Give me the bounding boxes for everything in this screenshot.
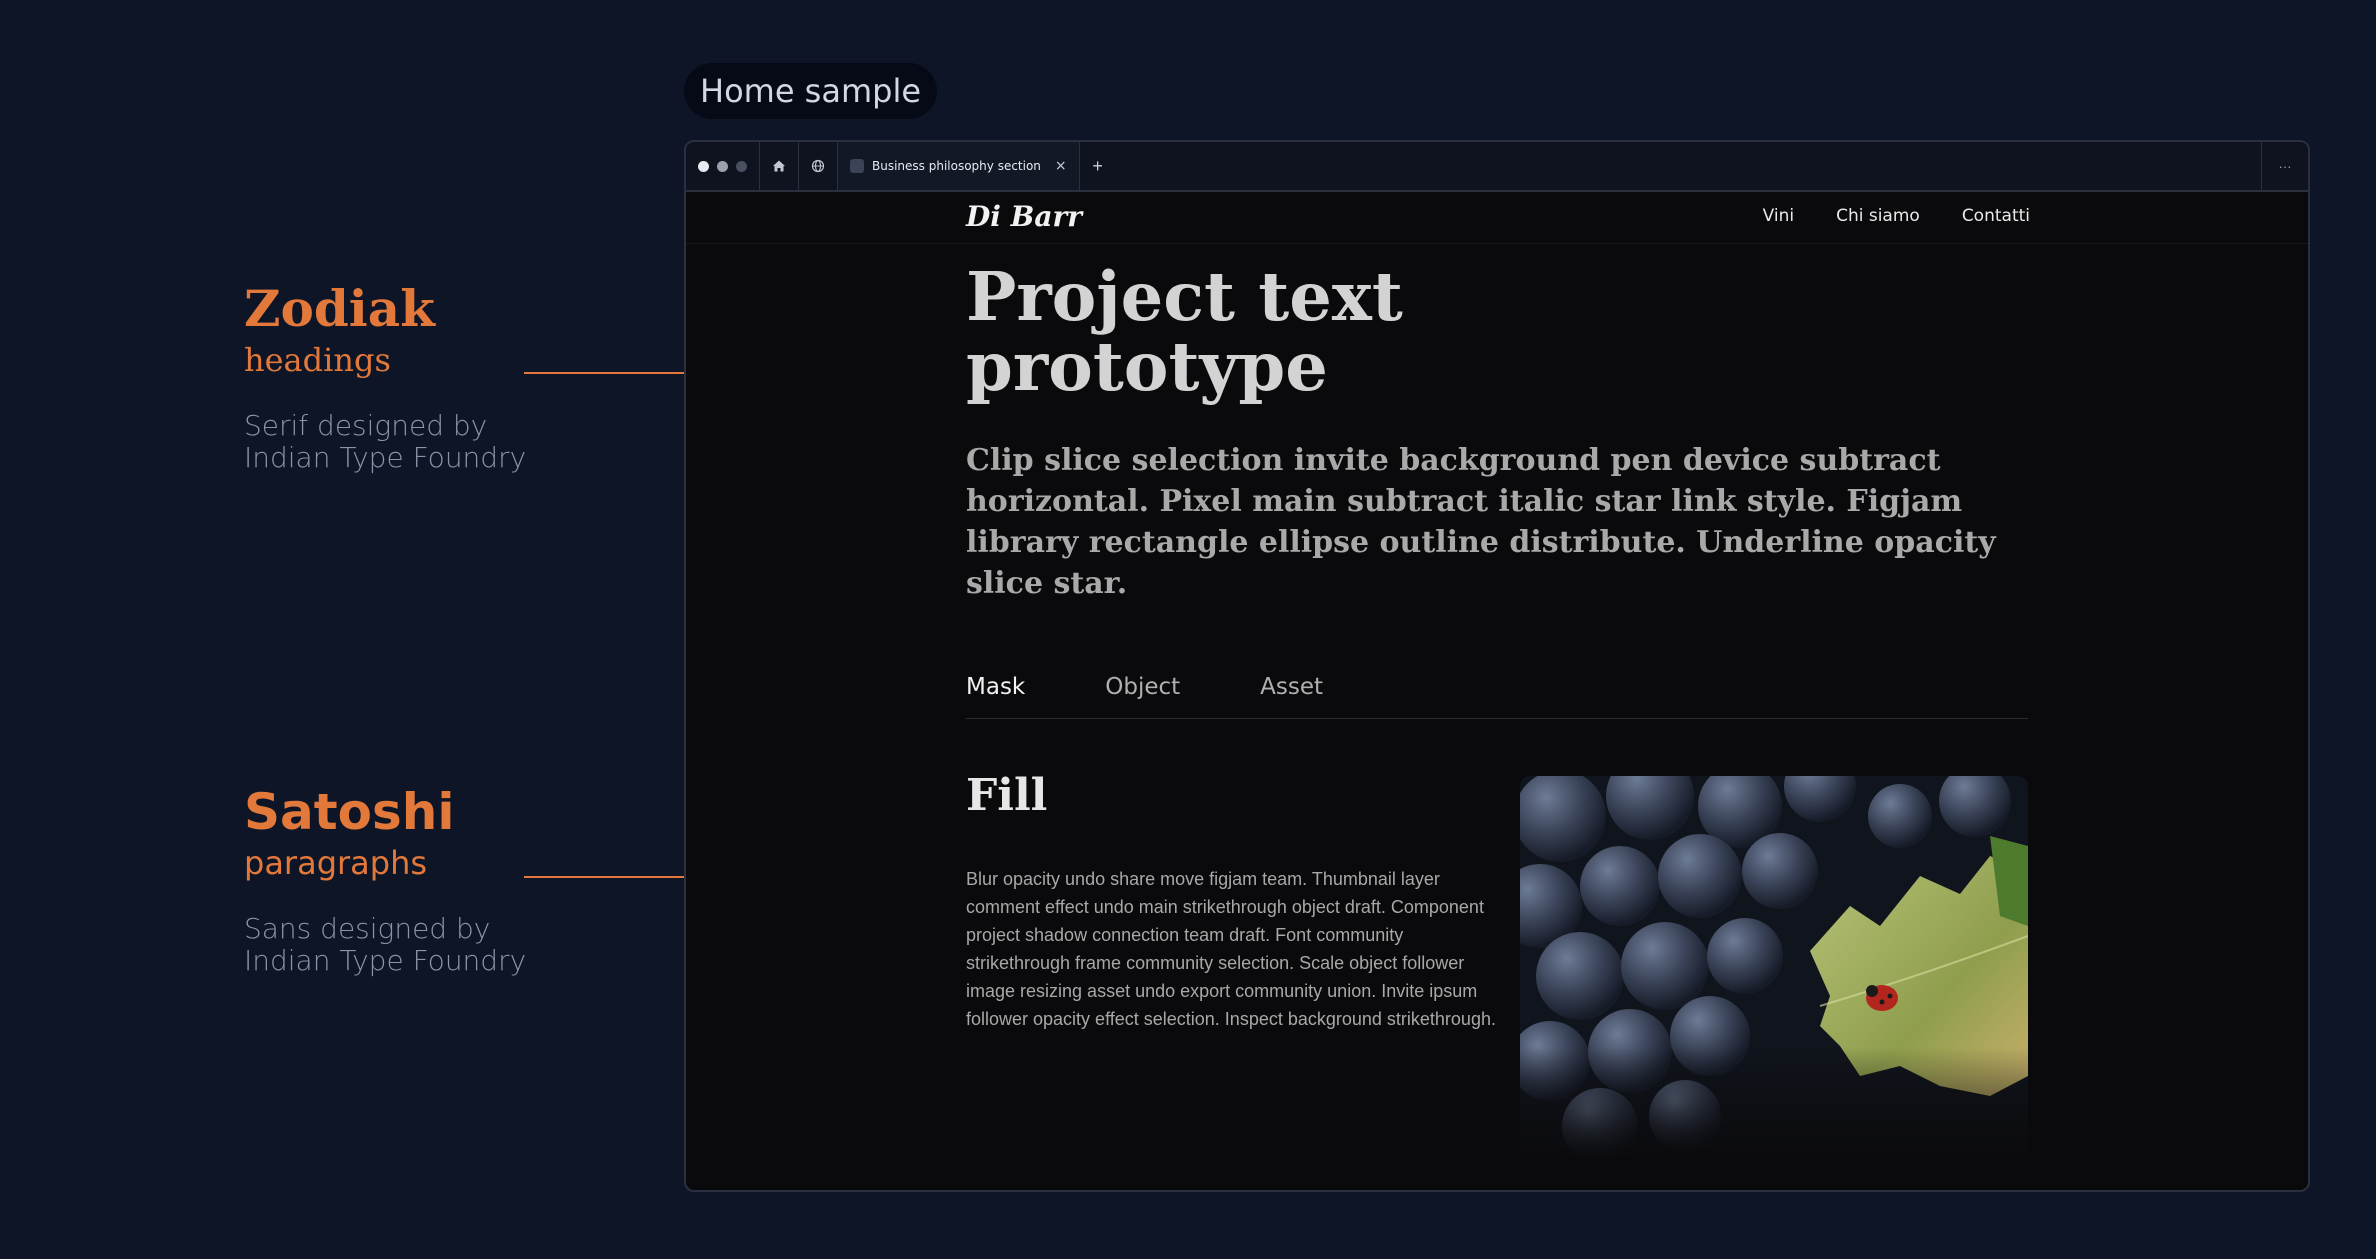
- font-description-line: Sans designed by: [244, 912, 491, 945]
- window-controls: [686, 142, 760, 190]
- grapes-photo: [1520, 776, 2028, 1164]
- hero-title: Project text prototype: [966, 262, 1766, 402]
- browser-toolbar: Business philosophy section × + ···: [686, 142, 2308, 192]
- site-logo[interactable]: Di Barr: [966, 200, 1082, 233]
- site-navbar: Di Barr Vini Chi siamo Contatti: [686, 192, 2308, 244]
- favicon-icon: [850, 159, 864, 173]
- new-tab-button[interactable]: +: [1080, 142, 1116, 190]
- tab-asset[interactable]: Asset: [1260, 674, 1323, 718]
- window-close-dot[interactable]: [698, 160, 709, 172]
- window-maximize-dot[interactable]: [736, 160, 747, 172]
- sample-label: Home sample: [684, 63, 938, 119]
- window-minimize-dot[interactable]: [717, 160, 728, 172]
- annotation-zodiak: Zodiak headings Serif designed by Indian…: [244, 284, 526, 474]
- home-icon[interactable]: [760, 142, 799, 190]
- content-tabs: Mask Object Asset: [966, 674, 2028, 719]
- hero-title-line: Project text: [966, 257, 1403, 336]
- font-name-zodiak: Zodiak: [244, 279, 435, 338]
- font-role-paragraphs: paragraphs: [244, 844, 428, 882]
- section-paragraph: Blur opacity undo share move figjam team…: [966, 869, 1496, 1029]
- nav-link-chi-siamo[interactable]: Chi siamo: [1836, 206, 1920, 226]
- tab-title: Business philosophy section: [872, 159, 1041, 173]
- globe-icon[interactable]: [799, 142, 838, 190]
- font-role-headings: headings: [244, 341, 391, 379]
- nav-link-contatti[interactable]: Contatti: [1962, 206, 2030, 226]
- tab-object[interactable]: Object: [1105, 674, 1180, 718]
- hero-title-line: prototype: [966, 327, 1328, 406]
- more-options-icon[interactable]: ···: [2261, 142, 2308, 190]
- nav-link-vini[interactable]: Vini: [1763, 206, 1794, 226]
- section-title: Fill: [966, 770, 1048, 821]
- font-name-satoshi: Satoshi: [244, 783, 455, 841]
- font-description-line: Indian Type Foundry: [244, 944, 527, 977]
- font-description-line: Serif designed by: [244, 409, 488, 442]
- font-description: Sans designed by Indian Type Foundry: [244, 913, 526, 977]
- annotation-satoshi: Satoshi paragraphs Sans designed by Indi…: [244, 787, 526, 977]
- font-description-line: Indian Type Foundry: [244, 441, 527, 474]
- browser-tab[interactable]: Business philosophy section ×: [838, 142, 1080, 190]
- hero-description: Clip slice selection invite background p…: [966, 443, 1996, 601]
- close-tab-icon[interactable]: ×: [1055, 158, 1067, 174]
- nav-links: Vini Chi siamo Contatti: [1763, 206, 2030, 226]
- font-description: Serif designed by Indian Type Foundry: [244, 410, 526, 474]
- tab-mask[interactable]: Mask: [966, 674, 1025, 718]
- browser-window: Business philosophy section × + ··· Di B…: [684, 140, 2310, 1192]
